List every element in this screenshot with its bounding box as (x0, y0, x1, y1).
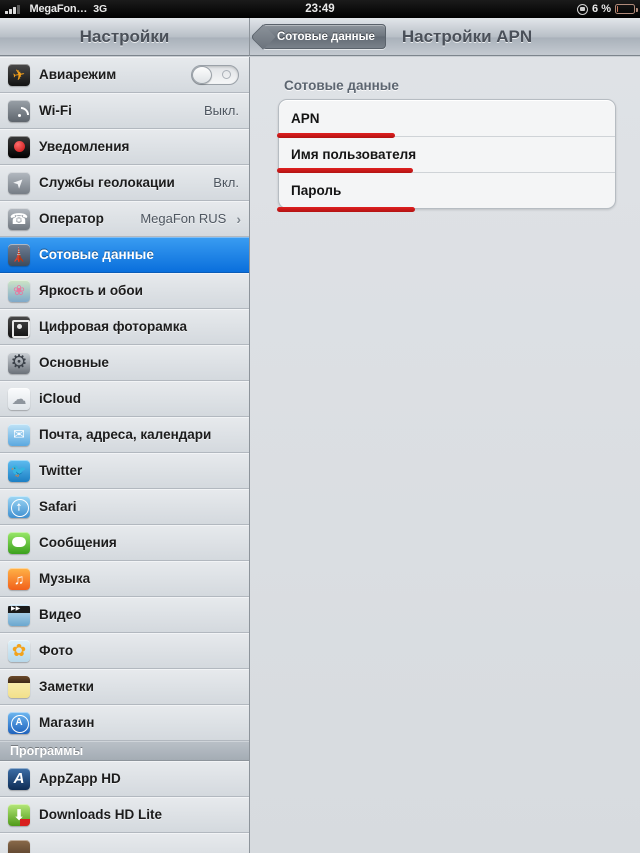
twitter-icon (8, 459, 30, 482)
sidebar-item-messages[interactable]: Сообщения (0, 525, 249, 561)
sidebar-item-music[interactable]: Музыка (0, 561, 249, 597)
sidebar-item-label: iCloud (39, 391, 81, 406)
status-bar: MegaFon… 3G 23:49 6 % (0, 0, 640, 18)
red-underline-apn (277, 133, 395, 138)
brightness-wallpaper-icon (8, 279, 30, 302)
sidebar-item-label: Twitter (39, 463, 83, 478)
status-bar-right: 6 % (577, 3, 638, 15)
red-underline-username (277, 168, 413, 173)
chevron-right-icon: › (236, 210, 241, 227)
notes-icon (8, 675, 30, 698)
sidebar-item-notes[interactable]: Заметки (0, 669, 249, 705)
settings-sidebar[interactable]: Авиарежим Wi-Fi Выкл. Уведомления Службы… (0, 57, 250, 853)
sidebar-title: Настройки (79, 26, 170, 46)
field-password[interactable]: Пароль (279, 172, 615, 208)
sidebar-item-label: Цифровая фоторамка (39, 319, 187, 334)
sidebar-item-label: Safari (39, 499, 77, 514)
apn-fields-card: APN Имя пользователя Пароль (278, 99, 616, 209)
app-store-icon (8, 711, 30, 734)
sidebar-item-safari[interactable]: Safari (0, 489, 249, 525)
red-underline-password (277, 207, 415, 212)
sidebar-item-label: Видео (39, 607, 82, 622)
sidebar-item-downloads-hd-lite[interactable]: Downloads HD Lite (0, 797, 249, 833)
app-icon (8, 839, 30, 853)
sidebar-item-carrier[interactable]: Оператор MegaFon RUS › (0, 201, 249, 237)
airplane-icon (8, 63, 30, 86)
sidebar-item-label: Оператор (39, 211, 104, 226)
sidebar-item-label: Авиарежим (39, 67, 117, 82)
sidebar-item-label: Сотовые данные (39, 247, 154, 262)
sidebar-item-picture-frame[interactable]: Цифровая фоторамка (0, 309, 249, 345)
sidebar-item-brightness-wallpaper[interactable]: Яркость и обои (0, 273, 249, 309)
sidebar-item-mail-contacts-calendars[interactable]: Почта, адреса, календари (0, 417, 249, 453)
field-label: Имя пользователя (291, 147, 417, 162)
sidebar-item-appzapp-hd[interactable]: AppZapp HD (0, 761, 249, 797)
sidebar-item-label: AppZapp HD (39, 771, 121, 786)
sidebar-item-label: Яркость и обои (39, 283, 143, 298)
sidebar-item-label: Фото (39, 643, 74, 658)
notifications-icon (8, 135, 30, 158)
detail-title: Настройки APN (401, 26, 533, 46)
sidebar-item-label: Заметки (39, 679, 94, 694)
battery-icon (615, 4, 638, 14)
sidebar-item-twitter[interactable]: Twitter (0, 453, 249, 489)
field-apn[interactable]: APN (279, 100, 615, 136)
section-header-cellular-data: Сотовые данные (284, 78, 399, 93)
sidebar-item-label: Музыка (39, 571, 91, 586)
field-label: Пароль (291, 183, 342, 198)
sidebar-nav-bar: Настройки (0, 18, 250, 56)
sidebar-item-label: Уведомления (39, 139, 130, 154)
sidebar-item-notifications[interactable]: Уведомления (0, 129, 249, 165)
music-icon (8, 567, 30, 590)
sidebar-item-video[interactable]: Видео (0, 597, 249, 633)
back-button[interactable]: Сотовые данные (262, 24, 386, 49)
field-username[interactable]: Имя пользователя (279, 136, 615, 172)
rotation-lock-icon (577, 3, 589, 15)
picture-frame-icon (8, 315, 30, 338)
location-services-icon (8, 171, 30, 194)
sidebar-item-label: Основные (39, 355, 109, 370)
sidebar-item-location-services[interactable]: Службы геолокации Вкл. (0, 165, 249, 201)
downloads-hd-lite-icon (8, 803, 30, 826)
sidebar-item-value: Выкл. (203, 103, 239, 118)
sidebar-item-photos[interactable]: Фото (0, 633, 249, 669)
sidebar-item-general[interactable]: Основные (0, 345, 249, 381)
sidebar-item-wifi[interactable]: Wi-Fi Выкл. (0, 93, 249, 129)
general-gears-icon (8, 351, 30, 374)
sidebar-item-value: MegaFon RUS (140, 211, 227, 226)
battery-percent: 6 % (592, 3, 611, 15)
sidebar-item-label: Downloads HD Lite (39, 807, 163, 822)
sidebar-item-label: Wi-Fi (39, 103, 72, 118)
cellular-data-icon (8, 243, 30, 266)
mail-icon (8, 423, 30, 446)
detail-nav-bar: Сотовые данные Настройки APN (250, 18, 640, 56)
icloud-icon (8, 387, 30, 410)
carrier-phone-icon (8, 207, 30, 230)
list-item[interactable] (0, 833, 249, 853)
airplane-mode-toggle[interactable] (191, 64, 239, 85)
sidebar-item-cellular-data[interactable]: Сотовые данные (0, 237, 249, 273)
sidebar-item-value: Вкл. (213, 175, 239, 190)
photos-icon (8, 639, 30, 662)
safari-icon (8, 495, 30, 518)
video-icon (8, 603, 30, 626)
sidebar-item-label: Магазин (39, 715, 95, 730)
appzapp-hd-icon (8, 767, 30, 790)
sidebar-item-label: Сообщения (39, 535, 117, 550)
wifi-icon (8, 99, 30, 122)
sidebar-section-header-apps: Программы (0, 741, 249, 761)
apn-settings-pane: Сотовые данные APN Имя пользователя Паро… (250, 57, 640, 853)
sidebar-item-store[interactable]: Магазин (0, 705, 249, 741)
messages-icon (8, 531, 30, 554)
sidebar-item-label: Почта, адреса, календари (39, 427, 212, 442)
sidebar-item-label: Службы геолокации (39, 175, 175, 190)
status-bar-clock: 23:49 (305, 3, 335, 15)
field-label: APN (291, 110, 320, 126)
ipad-settings-screen: MegaFon… 3G 23:49 6 % Настройки Сотовые … (0, 0, 640, 853)
sidebar-item-icloud[interactable]: iCloud (0, 381, 249, 417)
sidebar-item-airplane-mode[interactable]: Авиарежим (0, 57, 249, 93)
